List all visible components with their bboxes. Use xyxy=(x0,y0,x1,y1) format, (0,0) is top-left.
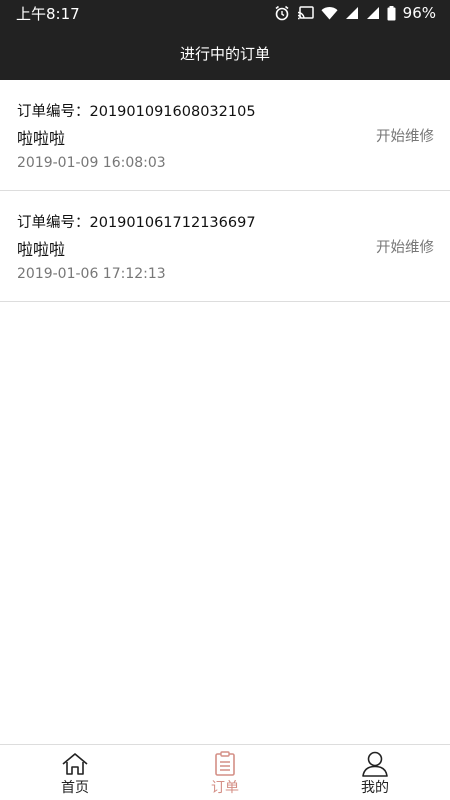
cast-icon xyxy=(297,6,314,20)
tab-orders[interactable]: 订单 xyxy=(150,745,300,800)
home-icon xyxy=(61,750,89,777)
start-repair-button[interactable]: 开始维修 xyxy=(376,236,434,257)
order-card[interactable]: 订单编号：201901061712136697 啦啦啦 开始维修 2019-01… xyxy=(0,191,450,302)
order-time: 2019-01-09 16:08:03 xyxy=(17,155,166,171)
tab-profile-label: 我的 xyxy=(361,780,389,796)
alarm-icon xyxy=(275,5,289,21)
wifi-icon xyxy=(321,6,338,20)
tab-home[interactable]: 首页 xyxy=(0,745,150,800)
user-icon xyxy=(361,750,389,777)
status-time: 上午8:17 xyxy=(16,4,80,23)
order-number: 订单编号：201901061712136697 xyxy=(17,215,256,231)
page-header: 进行中的订单 xyxy=(0,26,450,80)
status-icons: 96% xyxy=(274,4,436,22)
signal-icon-2 xyxy=(366,7,379,19)
order-number: 订单编号：201901091608032105 xyxy=(17,104,256,120)
tab-home-label: 首页 xyxy=(61,780,89,796)
signal-icon xyxy=(345,7,358,19)
page-title: 进行中的订单 xyxy=(179,44,270,63)
status-bar: 上午8:17 96% xyxy=(0,0,450,26)
start-repair-button[interactable]: 开始维修 xyxy=(376,125,434,146)
tab-profile[interactable]: 我的 xyxy=(300,745,450,800)
order-list: 订单编号：201901091608032105 啦啦啦 开始维修 2019-01… xyxy=(0,80,450,302)
order-title: 啦啦啦 xyxy=(17,240,66,259)
order-title: 啦啦啦 xyxy=(17,129,66,148)
order-card[interactable]: 订单编号：201901091608032105 啦啦啦 开始维修 2019-01… xyxy=(0,80,450,191)
order-time: 2019-01-06 17:12:13 xyxy=(17,266,166,282)
tab-orders-label: 订单 xyxy=(211,780,239,796)
battery-level: 96% xyxy=(402,4,436,22)
bottom-tab-bar: 首页 订单 我的 xyxy=(0,744,450,800)
battery-icon xyxy=(387,5,396,20)
clipboard-icon xyxy=(214,750,236,777)
